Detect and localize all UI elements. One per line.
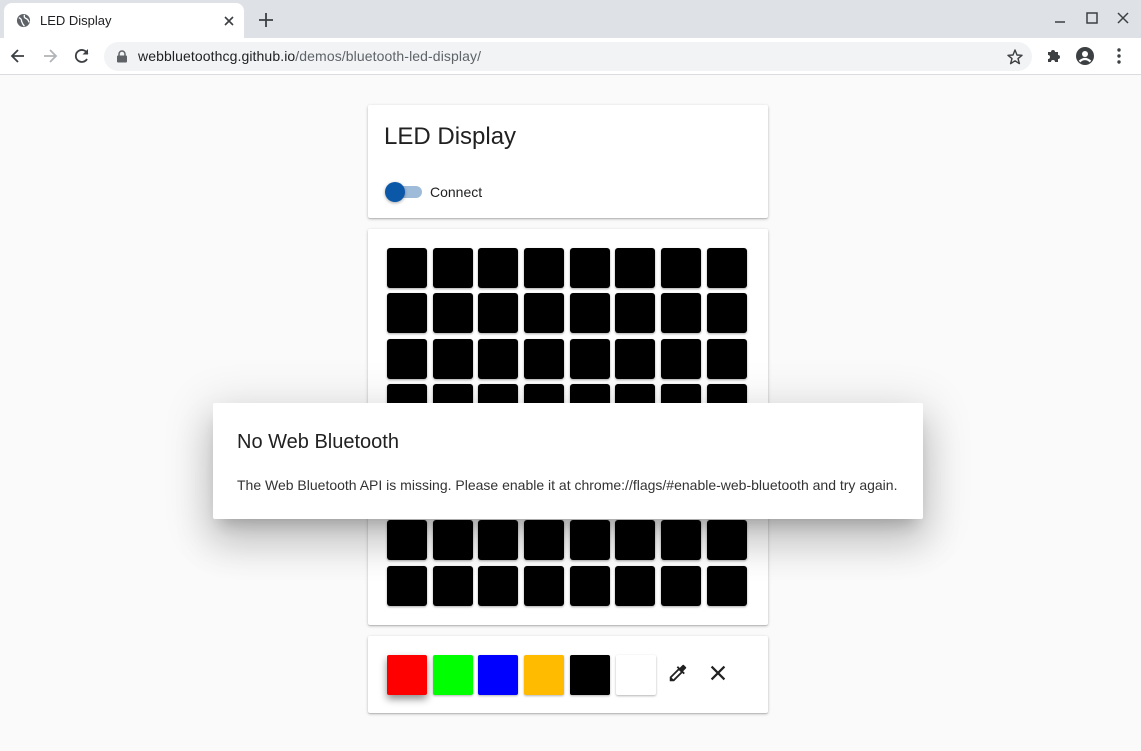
color-swatch[interactable] — [432, 655, 473, 695]
close-window-icon[interactable] — [1114, 9, 1132, 27]
led-cell[interactable] — [478, 248, 519, 288]
lock-icon[interactable] — [116, 50, 128, 63]
profile-avatar-icon[interactable] — [1075, 46, 1095, 66]
led-cell[interactable] — [569, 248, 610, 288]
led-cell[interactable] — [615, 248, 656, 288]
led-cell[interactable] — [478, 338, 519, 379]
led-cell[interactable] — [524, 565, 565, 606]
address-bar[interactable]: webbluetoothcg.github.io/demos/bluetooth… — [104, 42, 1032, 71]
browser-tab[interactable]: LED Display — [4, 3, 244, 38]
led-cell[interactable] — [387, 248, 427, 288]
url-text: webbluetoothcg.github.io/demos/bluetooth… — [138, 48, 481, 64]
color-swatch[interactable] — [569, 655, 610, 695]
led-cell[interactable] — [387, 565, 427, 606]
forward-icon[interactable] — [40, 46, 60, 66]
led-cell[interactable] — [432, 248, 473, 288]
led-cell[interactable] — [661, 293, 702, 334]
bookmark-star-icon[interactable] — [1006, 48, 1024, 66]
led-cell[interactable] — [524, 248, 565, 288]
led-cell[interactable] — [432, 520, 473, 561]
color-swatch[interactable] — [478, 655, 519, 695]
color-swatch[interactable] — [387, 655, 427, 695]
led-cell[interactable] — [615, 520, 656, 561]
led-cell[interactable] — [661, 520, 702, 561]
led-cell[interactable] — [524, 293, 565, 334]
globe-icon — [16, 13, 31, 28]
page-title: LED Display — [384, 123, 517, 150]
url-host: webbluetoothcg.github.io — [138, 48, 296, 64]
led-cell[interactable] — [615, 293, 656, 334]
reload-icon[interactable] — [72, 46, 92, 66]
url-path: /demos/bluetooth-led-display/ — [295, 48, 482, 64]
led-cell[interactable] — [706, 293, 747, 334]
led-cell[interactable] — [478, 293, 519, 334]
led-cell[interactable] — [661, 248, 702, 288]
led-cell[interactable] — [569, 520, 610, 561]
led-cell[interactable] — [387, 338, 427, 379]
led-cell[interactable] — [706, 565, 747, 606]
led-cell[interactable] — [478, 520, 519, 561]
extensions-puzzle-icon[interactable] — [1044, 46, 1064, 66]
led-cell[interactable] — [706, 248, 747, 288]
no-bluetooth-dialog: No Web Bluetooth The Web Bluetooth API i… — [213, 403, 923, 519]
led-cell[interactable] — [661, 338, 702, 379]
browser-toolbar: webbluetoothcg.github.io/demos/bluetooth… — [0, 38, 1141, 75]
led-cell[interactable] — [615, 338, 656, 379]
new-tab-icon[interactable] — [257, 11, 275, 29]
maximize-icon[interactable] — [1083, 9, 1101, 27]
led-cell[interactable] — [569, 293, 610, 334]
led-cell[interactable] — [661, 565, 702, 606]
back-icon[interactable] — [8, 46, 28, 66]
tab-strip: LED Display — [0, 0, 1141, 38]
led-cell[interactable] — [524, 520, 565, 561]
led-cell[interactable] — [569, 565, 610, 606]
minimize-icon[interactable] — [1051, 9, 1069, 27]
connect-label: Connect — [430, 184, 483, 200]
led-cell[interactable] — [387, 520, 427, 561]
led-cell[interactable] — [706, 520, 747, 561]
dialog-title: No Web Bluetooth — [237, 431, 399, 453]
led-cell[interactable] — [432, 565, 473, 606]
clear-icon[interactable] — [707, 662, 729, 684]
led-cell[interactable] — [432, 338, 473, 379]
led-cell[interactable] — [524, 338, 565, 379]
more-menu-icon[interactable] — [1109, 46, 1129, 66]
dialog-message: The Web Bluetooth API is missing. Please… — [237, 477, 898, 493]
color-swatch[interactable] — [615, 655, 656, 695]
led-cell[interactable] — [569, 338, 610, 379]
led-cell[interactable] — [432, 293, 473, 334]
led-cell[interactable] — [615, 565, 656, 606]
led-cell[interactable] — [387, 293, 427, 334]
color-swatch[interactable] — [524, 655, 565, 695]
led-cell[interactable] — [706, 338, 747, 379]
header-card: LED Display — [368, 105, 768, 218]
tab-title: LED Display — [40, 13, 112, 28]
connect-switch-thumb[interactable] — [385, 182, 405, 202]
close-tab-icon[interactable] — [221, 13, 237, 29]
eyedropper-icon[interactable] — [667, 662, 689, 684]
led-cell[interactable] — [478, 565, 519, 606]
